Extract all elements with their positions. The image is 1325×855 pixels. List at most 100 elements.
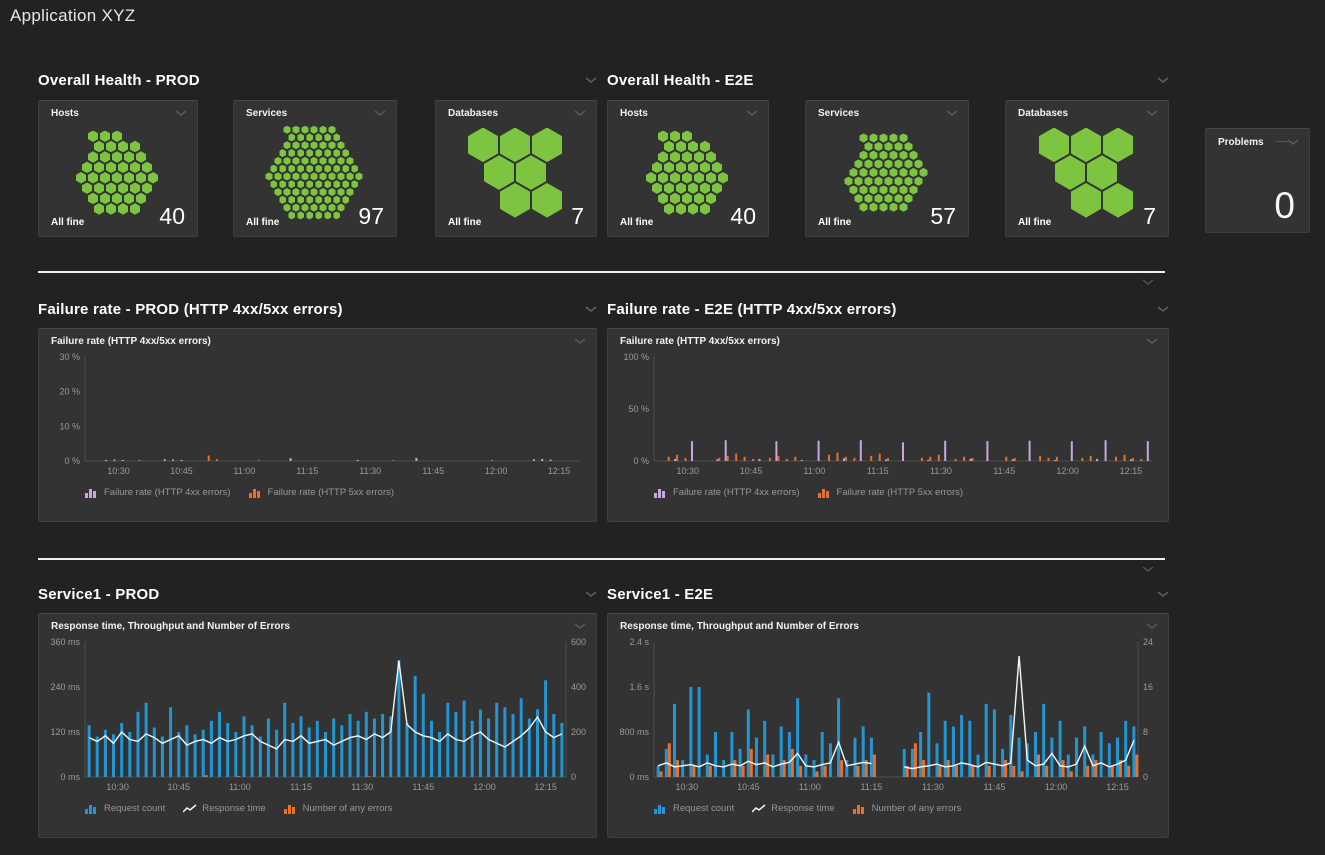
hexagon[interactable]: [320, 126, 327, 134]
hexagon[interactable]: [302, 172, 309, 180]
hexagon[interactable]: [306, 196, 313, 204]
hexagon[interactable]: [315, 196, 322, 204]
hexagon[interactable]: [865, 159, 873, 168]
chevron-down-icon[interactable]: [1157, 591, 1169, 598]
chevron-down-icon[interactable]: [1146, 623, 1158, 630]
hexagon[interactable]: [895, 142, 903, 151]
legend-item[interactable]: Number of any errors: [284, 803, 393, 814]
hexagon[interactable]: [850, 185, 858, 194]
chevron-down-icon[interactable]: [1157, 77, 1169, 84]
hexagon[interactable]: [118, 162, 128, 174]
hexagon[interactable]: [342, 196, 349, 204]
legend-item[interactable]: Response time: [752, 803, 834, 814]
hexagon[interactable]: [130, 182, 140, 194]
hexagon[interactable]: [302, 141, 309, 149]
hexagon[interactable]: [860, 133, 868, 142]
chevron-down-icon[interactable]: [585, 591, 597, 598]
hexagon[interactable]: [845, 177, 853, 186]
hexagon[interactable]: [870, 133, 878, 142]
hexagon[interactable]: [347, 188, 354, 196]
hexagon[interactable]: [682, 151, 692, 163]
hexagon[interactable]: [306, 149, 313, 157]
hexagon[interactable]: [293, 172, 300, 180]
hexagon[interactable]: [284, 188, 291, 196]
health-tile-databases-e2e[interactable]: Databases All fine 7: [1005, 100, 1169, 237]
hexagon[interactable]: [124, 193, 134, 205]
hexagon[interactable]: [860, 151, 868, 160]
hexagon[interactable]: [532, 128, 562, 163]
hexagon[interactable]: [311, 157, 318, 165]
hexagon[interactable]: [1087, 155, 1117, 190]
hexagon[interactable]: [885, 142, 893, 151]
hexagon[interactable]: [706, 151, 716, 163]
hexagon[interactable]: [88, 193, 98, 205]
hexagon[interactable]: [880, 185, 888, 194]
hexagon[interactable]: [311, 172, 318, 180]
hexagon[interactable]: [905, 142, 913, 151]
hexagon[interactable]: [885, 194, 893, 203]
legend-item[interactable]: Request count: [654, 803, 734, 814]
legend-item[interactable]: Failure rate (HTTP 5xx errors): [249, 487, 395, 498]
hexagon[interactable]: [890, 185, 898, 194]
chevron-down-icon[interactable]: [1287, 139, 1299, 146]
hexagon[interactable]: [270, 165, 277, 173]
hexagon[interactable]: [136, 151, 146, 163]
legend-item[interactable]: Response time: [183, 803, 265, 814]
hexagon[interactable]: [700, 182, 710, 194]
hexagon[interactable]: [288, 133, 295, 141]
hexagon[interactable]: [356, 172, 363, 180]
legend-item[interactable]: Failure rate (HTTP 4xx errors): [654, 487, 800, 498]
hexagon[interactable]: [338, 141, 345, 149]
hexagon[interactable]: [306, 165, 313, 173]
hexagon[interactable]: [870, 151, 878, 160]
hexagon[interactable]: [670, 151, 680, 163]
hexagon[interactable]: [284, 141, 291, 149]
hexagon[interactable]: [329, 172, 336, 180]
hexagon[interactable]: [106, 182, 116, 194]
hexagon[interactable]: [860, 185, 868, 194]
hexagon[interactable]: [324, 149, 331, 157]
hexagon[interactable]: [700, 162, 710, 174]
hexagon[interactable]: [900, 133, 908, 142]
hexagon[interactable]: [351, 180, 358, 188]
hexagon[interactable]: [865, 194, 873, 203]
hexagon[interactable]: [468, 128, 498, 163]
hexagon[interactable]: [329, 126, 336, 134]
hexagon[interactable]: [288, 149, 295, 157]
hexagon[interactable]: [712, 162, 722, 174]
hexagon[interactable]: [270, 180, 277, 188]
hexagon[interactable]: [112, 151, 122, 163]
hexagon[interactable]: [302, 157, 309, 165]
hexagon[interactable]: [136, 193, 146, 205]
service1-prod-tile[interactable]: Response time, Throughput and Number of …: [38, 613, 597, 838]
hexagon[interactable]: [885, 177, 893, 186]
hexagon[interactable]: [320, 141, 327, 149]
hexagon[interactable]: [676, 162, 686, 174]
chevron-down-icon[interactable]: [946, 110, 958, 117]
hexagon[interactable]: [516, 155, 546, 190]
hexagon[interactable]: [329, 157, 336, 165]
hexagon[interactable]: [664, 162, 674, 174]
hexagon[interactable]: [342, 149, 349, 157]
hexagon[interactable]: [293, 188, 300, 196]
hexagon[interactable]: [320, 172, 327, 180]
hexagon[interactable]: [302, 126, 309, 134]
chevron-down-icon[interactable]: [1146, 338, 1158, 345]
hexagon[interactable]: [1039, 128, 1069, 163]
hexagon[interactable]: [329, 188, 336, 196]
hexagon[interactable]: [329, 141, 336, 149]
health-tile-services-e2e[interactable]: Services All fine 57: [805, 100, 969, 237]
hexagon[interactable]: [124, 172, 134, 184]
hexagon[interactable]: [100, 130, 110, 142]
hexagon[interactable]: [694, 151, 704, 163]
hexagon[interactable]: [320, 188, 327, 196]
hexagon[interactable]: [855, 159, 863, 168]
hexagon[interactable]: [905, 159, 913, 168]
hexagon[interactable]: [315, 180, 322, 188]
hexagon[interactable]: [895, 194, 903, 203]
legend-item[interactable]: Number of any errors: [853, 803, 962, 814]
hexagon[interactable]: [338, 188, 345, 196]
hexagon[interactable]: [333, 133, 340, 141]
hexagon[interactable]: [688, 141, 698, 153]
hexagon[interactable]: [855, 177, 863, 186]
